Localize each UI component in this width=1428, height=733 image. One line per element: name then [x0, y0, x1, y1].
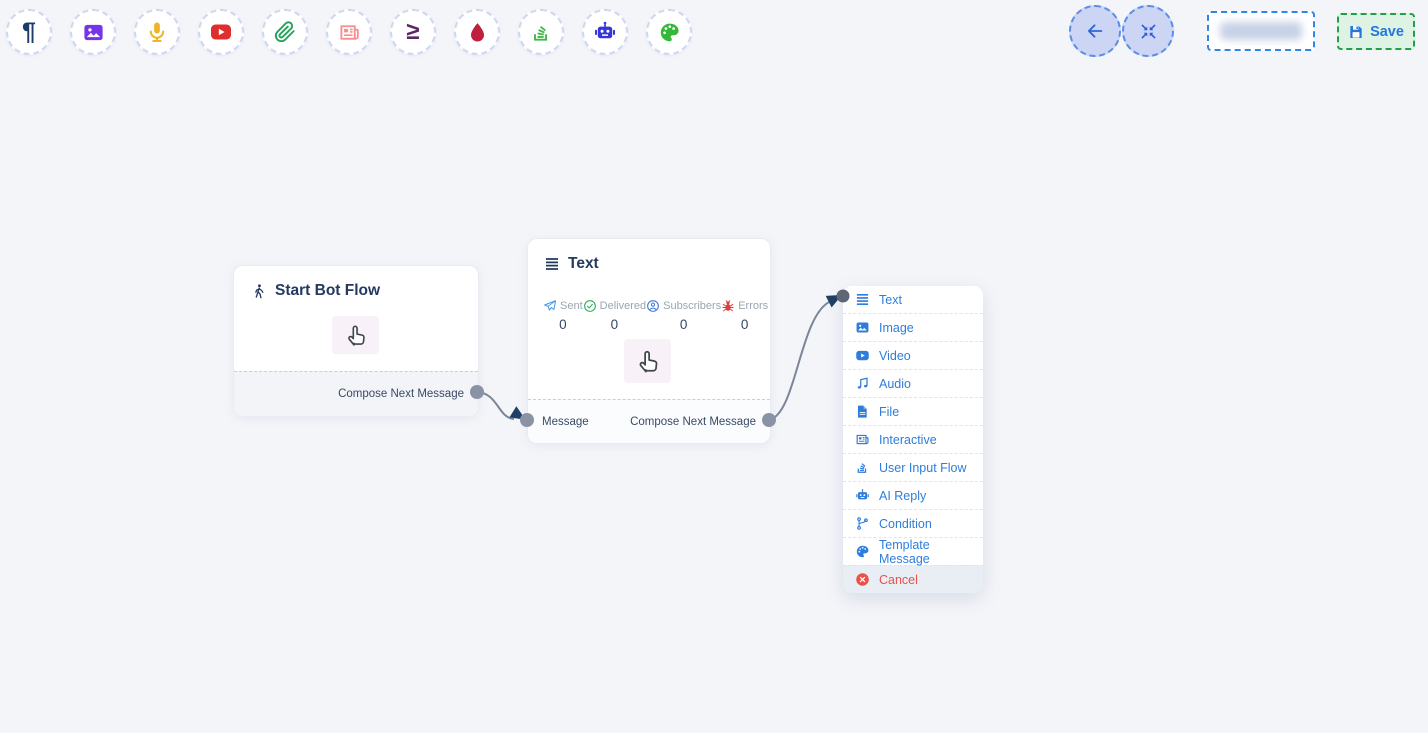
image-icon	[855, 320, 870, 335]
node-start-bot-flow[interactable]: Start Bot Flow Compose Next Message	[233, 265, 479, 417]
user-circle-icon	[646, 299, 660, 313]
droplet-icon	[466, 21, 489, 44]
check-circle-icon	[583, 299, 597, 313]
toolbar-button-ai-reply[interactable]	[582, 9, 628, 55]
connector-dot-start-output[interactable]	[470, 385, 484, 399]
node-title-label: Start Bot Flow	[275, 282, 380, 300]
menu-item-text[interactable]: Text	[843, 286, 983, 313]
node-text[interactable]: Text Sent 0 Delivered 0 Subscribers 0 Er…	[527, 238, 771, 444]
connector-dot-text-input[interactable]	[520, 413, 534, 427]
connector-dot-text-output[interactable]	[762, 413, 776, 427]
toolbar-button-condition[interactable]: ≥	[390, 9, 436, 55]
greater-equal-icon: ≥	[406, 20, 419, 44]
robot-icon	[593, 20, 617, 44]
compress-icon	[1138, 21, 1159, 42]
save-button-label: Save	[1370, 24, 1404, 40]
output-label-compose-next-message: Compose Next Message	[338, 388, 464, 400]
menu-item-user-input-flow[interactable]: User Input Flow	[843, 453, 983, 481]
flow-name-input[interactable]	[1207, 11, 1315, 51]
stat-label: Sent	[560, 300, 583, 312]
stat-sent: Sent 0	[543, 299, 583, 332]
stat-value: 0	[721, 317, 768, 332]
newspaper-icon	[338, 21, 361, 44]
menu-item-ai-reply[interactable]: AI Reply	[843, 481, 983, 509]
stat-label: Errors	[738, 300, 768, 312]
menu-item-image[interactable]: Image	[843, 313, 983, 341]
menu-item-audio[interactable]: Audio	[843, 369, 983, 397]
edge-text-to-menu	[769, 301, 831, 420]
stat-value: 0	[646, 317, 721, 332]
toolbar-button-drip[interactable]	[454, 9, 500, 55]
menu-item-cancel[interactable]: Cancel	[843, 565, 983, 593]
stat-value: 0	[583, 317, 646, 332]
hand-pointer-icon[interactable]	[332, 316, 379, 354]
branch-icon	[855, 516, 870, 531]
stat-value: 0	[543, 317, 583, 332]
hand-pointer-icon[interactable]	[624, 339, 671, 383]
toolbar-button-user-input-flow[interactable]	[518, 9, 564, 55]
floppy-disk-icon	[1348, 24, 1364, 40]
stat-label: Delivered	[600, 300, 646, 312]
back-button[interactable]	[1069, 5, 1121, 57]
microphone-icon	[145, 20, 169, 44]
text-lines-icon	[855, 292, 870, 307]
menu-item-video[interactable]: Video	[843, 341, 983, 369]
output-label-compose-next-message: Compose Next Message	[630, 416, 756, 428]
stack-icon	[855, 460, 870, 475]
paperclip-icon	[274, 21, 296, 43]
menu-item-condition[interactable]: Condition	[843, 509, 983, 537]
toolbar-button-file[interactable]	[262, 9, 308, 55]
image-icon	[82, 21, 105, 44]
fit-view-button[interactable]	[1122, 5, 1174, 57]
stack-icon	[530, 21, 553, 44]
stat-label: Subscribers	[663, 300, 721, 312]
menu-item-template-message[interactable]: Template Message	[843, 537, 983, 565]
toolbar-button-audio[interactable]	[134, 9, 180, 55]
robot-icon	[855, 488, 870, 503]
toolbar-button-template-message[interactable]	[646, 9, 692, 55]
youtube-play-icon	[209, 20, 233, 44]
palette-icon	[658, 21, 681, 44]
cancel-icon	[855, 572, 870, 587]
save-button[interactable]: Save	[1337, 13, 1415, 50]
redacted-text	[1220, 22, 1302, 40]
node-title-label: Text	[568, 255, 599, 273]
video-icon	[855, 348, 870, 363]
menu-item-file[interactable]: File	[843, 397, 983, 425]
stat-delivered: Delivered 0	[583, 299, 646, 332]
palette-icon	[855, 544, 870, 559]
toolbar-button-image[interactable]	[70, 9, 116, 55]
music-note-icon	[855, 376, 870, 391]
paper-plane-icon	[543, 299, 557, 313]
file-icon	[855, 404, 870, 419]
walking-person-icon	[250, 283, 267, 300]
stat-subscribers: Subscribers 0	[646, 299, 721, 332]
back-arrow-icon	[1084, 20, 1106, 42]
add-node-menu: Text Image Video Audio File Interactive …	[843, 286, 983, 593]
toolbar-button-video[interactable]	[198, 9, 244, 55]
pilcrow-icon: ¶	[22, 20, 36, 45]
stat-errors: Errors 0	[721, 299, 768, 332]
node-stats: Sent 0 Delivered 0 Subscribers 0 Errors …	[528, 299, 770, 332]
connector-dot-menu-anchor[interactable]	[837, 290, 850, 303]
menu-item-interactive[interactable]: Interactive	[843, 425, 983, 453]
input-label-message: Message	[542, 416, 589, 428]
bug-icon	[721, 299, 735, 313]
text-lines-icon	[544, 256, 560, 272]
toolbar-button-interactive[interactable]	[326, 9, 372, 55]
toolbar-button-text[interactable]: ¶	[6, 9, 52, 55]
newspaper-icon	[855, 432, 870, 447]
